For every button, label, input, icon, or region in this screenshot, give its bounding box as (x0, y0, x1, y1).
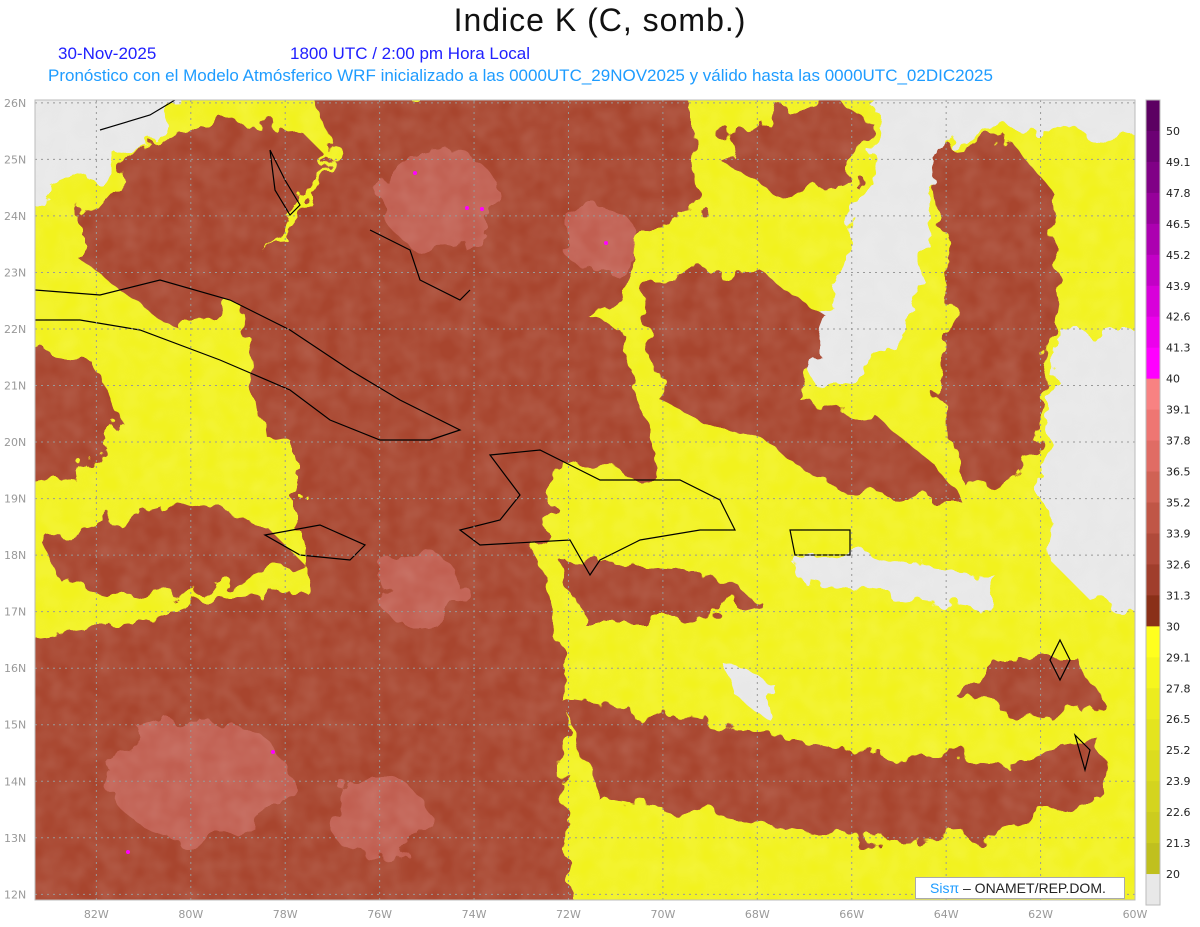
colorbar-swatch (1146, 564, 1160, 596)
colorbar-swatch (1146, 502, 1160, 534)
lon-label: 60W (1123, 908, 1148, 921)
colorbar-swatch (1146, 100, 1160, 132)
colorbar-swatch (1146, 595, 1160, 627)
colorbar-swatch (1146, 161, 1160, 194)
colorbar-swatch (1146, 533, 1160, 565)
logo-sis: Sisπ (930, 880, 960, 896)
lon-label: 66W (839, 908, 864, 921)
colorbar-swatch (1146, 688, 1160, 720)
colorbar: 50 49.1 47.8 46.5 45.2 43.9 42.6 41.3 40 39.1 37.8… (1145, 99, 1191, 906)
shaded-field (35, 100, 1135, 900)
longitude-labels: 82W 80W 78W 76W 74W 72W 70W 68W 66W 64W 62W 60W (84, 908, 1148, 921)
colorbar-swatch (1146, 719, 1160, 751)
colorbar-swatch (1146, 347, 1160, 380)
colorbar-label: 37.8 (1166, 435, 1191, 448)
colorbar-swatch (1146, 750, 1160, 782)
colorbar-label: 46.5 (1166, 218, 1191, 231)
logo-org: – ONAMET/REP.DOM. (963, 880, 1106, 896)
lat-label: 13N (4, 832, 26, 845)
lat-label: 12N (4, 888, 26, 901)
lat-label: 23N (4, 266, 26, 279)
lon-label: 64W (934, 908, 959, 921)
colorbar-swatch (1146, 285, 1160, 318)
lon-label: 80W (178, 908, 203, 921)
colorbar-label: 40 (1166, 373, 1180, 386)
colorbar-label: 45.2 (1166, 249, 1191, 262)
colorbar-swatch (1146, 843, 1160, 875)
colorbar-label: 30 (1166, 620, 1180, 633)
colorbar-swatch (1146, 471, 1160, 503)
lon-label: 76W (367, 908, 392, 921)
lat-label: 26N (4, 97, 26, 110)
lat-label: 15N (4, 719, 26, 732)
colorbar-label: 42.6 (1166, 311, 1191, 324)
colorbar-label: 20 (1166, 868, 1180, 881)
colorbar-label: 50 (1166, 125, 1180, 138)
lat-label: 21N (4, 380, 26, 393)
colorbar-label: 23.9 (1166, 775, 1191, 788)
colorbar-label: 31.3 (1166, 589, 1191, 602)
colorbar-swatch (1146, 130, 1160, 163)
lon-label: 82W (84, 908, 109, 921)
colorbar-swatch (1146, 812, 1160, 844)
colorbar-swatch (1146, 223, 1160, 256)
k-index-map: 26N 25N 24N 23N 22N 21N 20N 19N 18N 17N 16N 15N 14N 1… (4, 97, 1191, 921)
colorbar-label: 26.5 (1166, 713, 1191, 726)
colorbar-label: 22.6 (1166, 806, 1191, 819)
lat-label: 19N (4, 493, 26, 506)
colorbar-label: 29.1 (1166, 651, 1191, 664)
colorbar-swatch (1146, 316, 1160, 349)
colorbar-label: 21.3 (1166, 837, 1191, 850)
colorbar-label: 39.1 (1166, 404, 1191, 417)
lon-label: 74W (462, 908, 487, 921)
colorbar-label: 41.3 (1166, 342, 1191, 355)
colorbar-label: 43.9 (1166, 280, 1191, 293)
lat-label: 20N (4, 436, 26, 449)
colorbar-label: 25.2 (1166, 744, 1191, 757)
logo-box: Sisπ – ONAMET/REP.DOM. (915, 877, 1125, 899)
lat-label: 16N (4, 662, 26, 675)
lat-label: 25N (4, 153, 26, 166)
lon-label: 62W (1028, 908, 1053, 921)
lat-label: 18N (4, 549, 26, 562)
colorbar-label: 33.9 (1166, 527, 1191, 540)
colorbar-swatch (1146, 409, 1160, 442)
colorbar-swatch (1146, 254, 1160, 287)
colorbar-swatch (1146, 874, 1160, 906)
colorbar-swatch (1146, 192, 1160, 225)
colorbar-label: 47.8 (1166, 187, 1191, 200)
colorbar-label: 35.2 (1166, 497, 1191, 510)
colorbar-swatch (1146, 657, 1160, 689)
colorbar-swatch (1146, 626, 1160, 658)
lat-label: 14N (4, 775, 26, 788)
lon-label: 78W (273, 908, 298, 921)
colorbar-label: 27.8 (1166, 682, 1191, 695)
colorbar-label: 32.6 (1166, 558, 1191, 571)
latitude-labels: 26N 25N 24N 23N 22N 21N 20N 19N 18N 17N 16N 15N 14N 1… (4, 97, 26, 902)
colorbar-label: 49.1 (1166, 156, 1191, 169)
lat-label: 17N (4, 606, 26, 619)
lon-label: 68W (745, 908, 770, 921)
colorbar-swatch (1146, 378, 1160, 411)
lat-label: 24N (4, 210, 26, 223)
colorbar-swatch (1146, 781, 1160, 813)
lon-label: 70W (650, 908, 675, 921)
lon-label: 72W (556, 908, 581, 921)
colorbar-label: 36.5 (1166, 466, 1191, 479)
lat-label: 22N (4, 323, 26, 336)
colorbar-swatch (1146, 440, 1160, 473)
